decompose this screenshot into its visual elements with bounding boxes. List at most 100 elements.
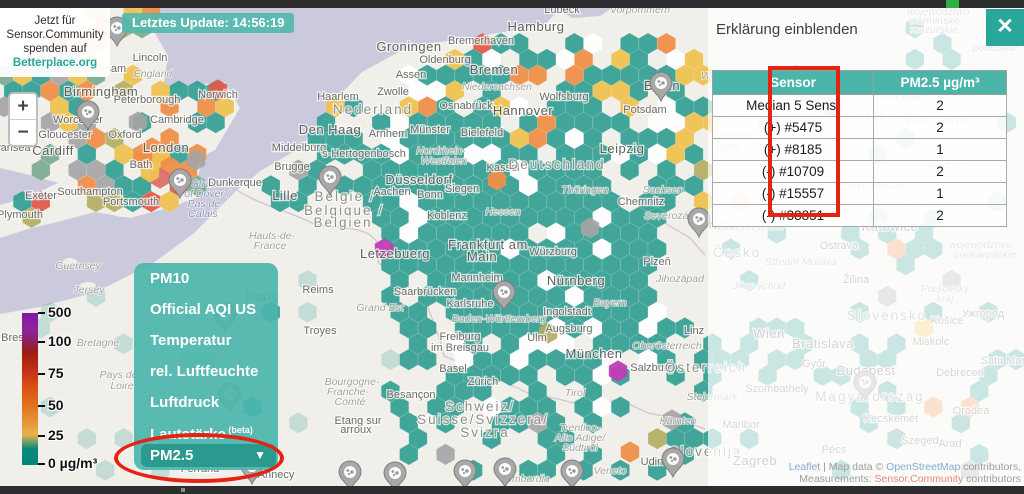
svg-text:Hannover: Hannover [493, 103, 554, 118]
svg-text:England: England [134, 68, 174, 80]
table-row[interactable]: Median 5 Sens.2 [713, 95, 1007, 117]
svg-text:München: München [566, 346, 623, 361]
svg-text:Oxford: Oxford [108, 129, 141, 141]
layer-item-official-aqi-us[interactable]: Official AQI US [134, 294, 278, 325]
svg-text:Den Haag: Den Haag [299, 122, 362, 137]
table-row[interactable]: (+) #81851 [713, 139, 1007, 161]
scale-tick: 25 [38, 427, 64, 445]
svg-text:Middelburg: Middelburg [272, 142, 326, 154]
svg-text:Bath: Bath [130, 159, 153, 171]
svg-text:Arnhem: Arnhem [369, 128, 408, 140]
bottom-screen-edge [0, 486, 1024, 494]
svg-text:Ulm: Ulm [527, 332, 547, 344]
svg-text:Südtirol: Südtirol [562, 442, 598, 454]
zoom-in-button[interactable]: + [10, 94, 36, 120]
svg-text:Aachen: Aachen [373, 186, 410, 198]
svg-text:Linz: Linz [684, 325, 704, 337]
layer-item-pm10[interactable]: PM10 [134, 263, 278, 294]
close-icon[interactable]: ✕ [986, 9, 1024, 46]
svg-text:Plymouth: Plymouth [0, 209, 43, 221]
svg-text:Mannheim: Mannheim [451, 272, 502, 284]
svg-text:Westfalen: Westfalen [421, 155, 468, 167]
svg-text:Hessen: Hessen [485, 206, 521, 218]
svg-text:Saarbrücken: Saarbrücken [394, 286, 456, 298]
svg-text:Augsburg: Augsburg [545, 323, 592, 335]
svg-text:Belgien: Belgien [313, 215, 372, 230]
svg-text:Karlsruhe: Karlsruhe [446, 298, 493, 310]
svg-text:Dunkerque: Dunkerque [208, 177, 262, 189]
svg-text:Siegen: Siegen [445, 183, 479, 195]
svg-text:Bielefeld: Bielefeld [461, 127, 503, 139]
scale-tick: 50 [38, 397, 64, 415]
table-row[interactable]: (-) #155571 [713, 183, 1007, 205]
top-bar-green-marker [946, 0, 959, 8]
svg-text:Bretagne: Bretagne [77, 337, 120, 349]
svg-text:Deutschland: Deutschland [508, 157, 605, 172]
svg-text:Lille: Lille [272, 188, 298, 203]
svg-text:Groningen: Groningen [376, 39, 441, 54]
svg-text:Oldenburg: Oldenburg [419, 54, 470, 66]
sensor-community-link[interactable]: Sensor.Community [875, 473, 964, 485]
last-update-badge: Letztes Update: 14:56:19 [122, 13, 294, 33]
scale-tick: 75 [38, 365, 64, 383]
svg-text:Exeter: Exeter [25, 190, 57, 202]
svg-text:Cardiff: Cardiff [32, 143, 74, 158]
svg-text:Hamburg: Hamburg [508, 19, 565, 34]
svg-text:Bayern: Bayern [593, 297, 626, 309]
svg-text:Letzebuerg: Letzebuerg [360, 246, 430, 261]
svg-text:Comté: Comté [335, 396, 366, 408]
map-attribution: Leaflet | Map data © OpenStreetMap contr… [789, 461, 1021, 485]
svg-text:Düsseldorf: Düsseldorf [385, 172, 452, 187]
svg-text:Koblenz: Koblenz [427, 210, 467, 222]
svg-text:Niedersachsen: Niedersachsen [462, 81, 532, 93]
svg-text:Portsmouth: Portsmouth [103, 196, 159, 208]
panel-title-toggle[interactable]: Erklärung einblenden [716, 21, 858, 38]
svg-text:Würzburg: Würzburg [529, 246, 577, 258]
sensor-table: SensorPM2.5 µg/m³ Median 5 Sens.2(+) #54… [712, 70, 1007, 227]
scale-tick: 0 µg/m³ [38, 455, 97, 473]
layer-item-rel-luftfeuchte[interactable]: rel. Luftfeuchte [134, 356, 278, 387]
svg-text:Guernsey: Guernsey [55, 260, 101, 272]
svg-text:Troyes: Troyes [303, 325, 337, 337]
svg-text:Ingolstadt: Ingolstadt [543, 306, 591, 318]
betterplace-link[interactable]: Betterplace.org [2, 56, 108, 70]
svg-text:Tirol: Tirol [565, 387, 586, 399]
table-row[interactable]: (-) #107092 [713, 161, 1007, 183]
svg-text:Cambridge: Cambridge [150, 114, 204, 126]
svg-text:Leipzig: Leipzig [600, 141, 645, 156]
zoom-control: + − [8, 92, 38, 147]
top-screen-edge [0, 0, 1024, 8]
zoom-out-button[interactable]: − [10, 120, 36, 145]
svg-text:Kärnten: Kärnten [660, 415, 697, 427]
layer-item-luftdruck[interactable]: Luftdruck [134, 387, 278, 418]
svg-text:Loire: Loire [110, 380, 134, 392]
svg-text:Norwich: Norwich [198, 89, 238, 101]
layer-item-temperatur[interactable]: Temperatur [134, 325, 278, 356]
svg-text:Gloucester: Gloucester [38, 129, 92, 141]
svg-text:Basel: Basel [439, 363, 467, 375]
svg-text:Zürich: Zürich [468, 376, 499, 388]
leaflet-link[interactable]: Leaflet [789, 461, 821, 473]
annotation-ellipse [114, 433, 284, 483]
svg-text:Chemnitz: Chemnitz [618, 196, 664, 208]
svg-text:Lincoln: Lincoln [133, 52, 168, 64]
donation-line: Sensor.Community [2, 28, 108, 42]
donation-box: Jetzt für Sensor.Community spenden auf B… [0, 8, 110, 77]
svg-text:France: France [254, 240, 287, 252]
svg-text:Sachsen: Sachsen [643, 184, 684, 196]
table-row[interactable]: (+) #54752 [713, 117, 1007, 139]
app-window: BirminghamNottinghamLincolnEnglandNorwic… [0, 0, 1024, 494]
svg-text:Wolfsburg: Wolfsburg [539, 91, 588, 103]
svg-text:Svizra: Svizra [460, 425, 510, 440]
osm-link[interactable]: OpenStreetMap [886, 461, 960, 473]
svg-text:Nürnberg: Nürnberg [547, 273, 605, 288]
svg-text:Thüringen: Thüringen [561, 184, 608, 196]
svg-text:Bonn: Bonn [417, 189, 443, 201]
sensor-table-header: SensorPM2.5 µg/m³ [713, 71, 1007, 95]
svg-text:Münster: Münster [410, 124, 450, 136]
svg-text:Main: Main [467, 249, 497, 264]
table-row[interactable]: (-) #388512 [713, 205, 1007, 227]
svg-text:Peterborough: Peterborough [114, 94, 181, 106]
svg-text:Bremerhaven: Bremerhaven [448, 35, 514, 47]
donation-line: Jetzt für [2, 14, 108, 28]
